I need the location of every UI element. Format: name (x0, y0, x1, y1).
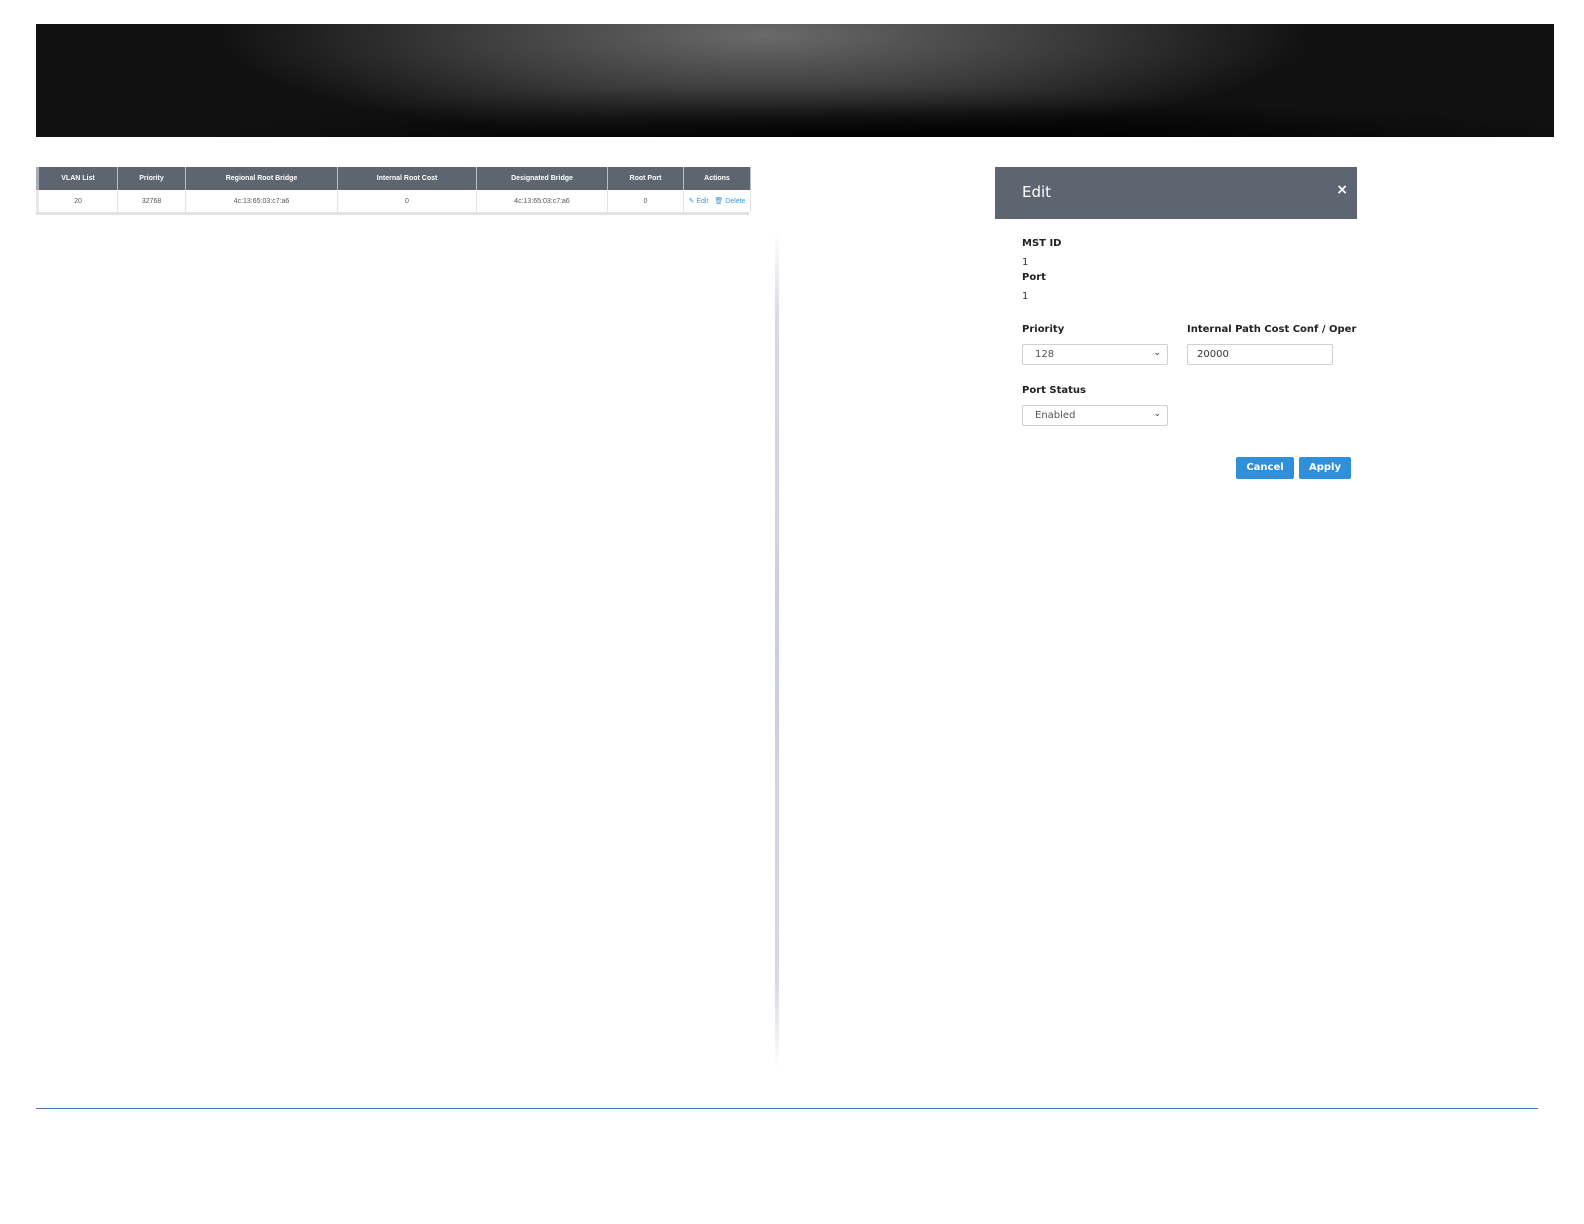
column-header-vlan-list: VLAN List (36, 167, 118, 190)
cell-designated-bridge: 4c:13:65:03:c7:a6 (476, 190, 608, 212)
cell-internal-root-cost: 0 (337, 190, 477, 212)
trash-icon: 🗑 (714, 198, 724, 205)
cell-root-port: 0 (607, 190, 684, 212)
delete-link-label: Delete (725, 198, 746, 205)
column-header-regional-root-bridge: Regional Root Bridge (185, 167, 338, 190)
priority-select-value: 128 (1035, 349, 1055, 360)
path-cost-input-value: 20000 (1197, 349, 1229, 360)
column-header-internal-root-cost: Internal Root Cost (337, 167, 477, 190)
mst-id-label: MST ID (1022, 238, 1062, 249)
page: VLAN List Priority Regional Root Bridge … (0, 0, 1584, 1224)
cell-priority: 32768 (117, 190, 186, 212)
edit-icon: ✎ (688, 198, 695, 205)
cell-actions: ✎ Edit 🗑 Delete (683, 190, 751, 212)
dialog-title: Edit (1022, 183, 1052, 201)
delete-link[interactable]: 🗑 Delete (714, 198, 745, 205)
port-status-select[interactable]: Enabled ⌄ (1022, 405, 1168, 426)
vertical-divider (775, 232, 779, 1070)
dialog-header: Edit × (995, 167, 1357, 219)
cancel-button[interactable]: Cancel (1236, 457, 1294, 479)
mst-table-container: VLAN List Priority Regional Root Bridge … (36, 167, 751, 215)
path-cost-input[interactable]: 20000 (1187, 344, 1333, 365)
column-header-priority: Priority (117, 167, 186, 190)
edit-link[interactable]: ✎ Edit (688, 198, 708, 205)
header-banner (36, 24, 1554, 137)
cell-regional-root-bridge: 4c:13:65:03:c7:a6 (185, 190, 338, 212)
port-label: Port (1022, 272, 1046, 283)
port-value: 1 (1022, 291, 1029, 302)
chevron-down-icon: ⌄ (1153, 409, 1161, 419)
table-row: 20 32768 4c:13:65:03:c7:a6 0 4c:13:65:03… (36, 190, 751, 212)
priority-select[interactable]: 128 ⌄ (1022, 344, 1168, 365)
mst-table: VLAN List Priority Regional Root Bridge … (36, 167, 751, 212)
column-header-actions: Actions (683, 167, 751, 190)
port-status-label: Port Status (1022, 385, 1086, 396)
column-header-designated-bridge: Designated Bridge (476, 167, 608, 190)
close-icon[interactable]: × (1336, 182, 1348, 198)
column-header-root-port: Root Port (607, 167, 684, 190)
edit-link-label: Edit (696, 198, 709, 205)
apply-button[interactable]: Apply (1299, 457, 1351, 479)
footer-divider (36, 1108, 1538, 1109)
path-cost-label: Internal Path Cost Conf / Oper (1187, 324, 1357, 335)
chevron-down-icon: ⌄ (1153, 348, 1161, 358)
port-status-select-value: Enabled (1035, 410, 1076, 421)
mst-id-value: 1 (1022, 257, 1029, 268)
cell-vlan-list: 20 (36, 190, 118, 212)
priority-label: Priority (1022, 324, 1065, 335)
edit-dialog: Edit × MST ID 1 Port 1 Priority 128 ⌄ In… (995, 167, 1357, 497)
table-header-row: VLAN List Priority Regional Root Bridge … (36, 167, 751, 190)
